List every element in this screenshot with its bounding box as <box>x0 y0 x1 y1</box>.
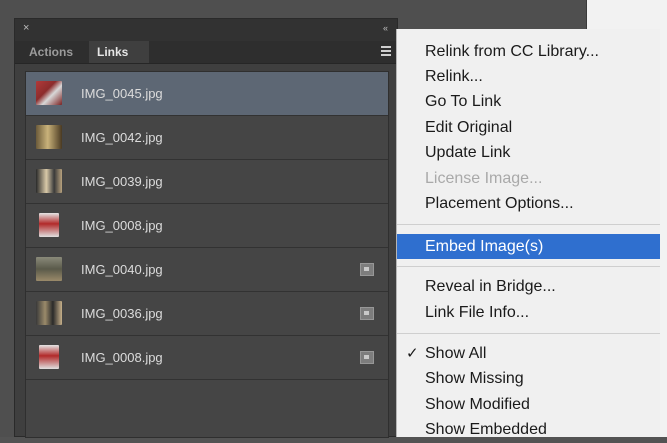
link-row[interactable]: IMG_0039.jpg <box>26 160 388 204</box>
panel-title-bar: × « <box>15 19 397 41</box>
menu-item-show-modified[interactable]: Show Modified <box>397 392 660 418</box>
link-filename: IMG_0040.jpg <box>81 262 163 277</box>
link-filename: IMG_0039.jpg <box>81 174 163 189</box>
image-thumbnail <box>36 81 62 105</box>
checkmark-icon: ✓ <box>406 345 419 362</box>
menu-item-update-link[interactable]: Update Link <box>397 140 660 166</box>
link-row[interactable]: IMG_0036.jpg <box>26 292 388 336</box>
collapse-icon[interactable]: « <box>383 22 388 34</box>
link-row[interactable]: IMG_0042.jpg <box>26 116 388 160</box>
link-row[interactable]: IMG_0045.jpg <box>26 72 388 116</box>
links-panel-menu: Relink from CC Library... Relink... Go T… <box>396 29 660 438</box>
menu-item-license-image: License Image... <box>425 170 543 187</box>
image-thumbnail <box>36 257 62 281</box>
link-filename: IMG_0042.jpg <box>81 130 163 145</box>
link-filename: IMG_0008.jpg <box>81 350 163 365</box>
menu-item-relink-from-cc-library[interactable]: Relink from CC Library... <box>397 39 660 65</box>
menu-item-edit-original[interactable]: Edit Original <box>397 115 660 141</box>
embedded-icon <box>360 351 374 364</box>
panel-tab-bar: Actions Links <box>15 41 397 64</box>
image-thumbnail <box>39 213 59 237</box>
menu-item-go-to-link[interactable]: Go To Link <box>397 89 660 115</box>
image-thumbnail <box>39 345 59 369</box>
link-filename: IMG_0045.jpg <box>81 86 163 101</box>
menu-item-label: Show All <box>425 345 487 362</box>
menu-item-reveal-in-bridge[interactable]: Reveal in Bridge... <box>397 274 660 300</box>
menu-item-link-file-info[interactable]: Link File Info... <box>397 300 660 326</box>
menu-item-show-embedded[interactable]: Show Embedded <box>397 417 660 443</box>
menu-item-placement-options[interactable]: Placement Options... <box>397 191 660 217</box>
panel-menu-icon[interactable] <box>377 45 391 57</box>
menu-separator <box>397 224 660 225</box>
embedded-icon <box>360 307 374 320</box>
links-list: IMG_0045.jpg IMG_0042.jpg IMG_0039.jpg I… <box>25 71 389 438</box>
link-row[interactable]: IMG_0008.jpg <box>26 204 388 248</box>
menu-item-relink[interactable]: Relink... <box>397 64 660 90</box>
menu-item-embed-images[interactable]: Embed Image(s) <box>397 234 660 259</box>
link-filename: IMG_0008.jpg <box>81 218 163 233</box>
image-thumbnail <box>36 301 62 325</box>
tab-links[interactable]: Links <box>89 41 149 63</box>
tab-actions[interactable]: Actions <box>21 41 81 63</box>
link-filename: IMG_0036.jpg <box>81 306 163 321</box>
links-panel: × « Actions Links IMG_0045.jpg IMG_0042.… <box>14 18 398 438</box>
image-thumbnail <box>36 169 62 193</box>
menu-separator <box>397 333 660 334</box>
link-row[interactable]: IMG_0008.jpg <box>26 336 388 380</box>
menu-item-show-missing[interactable]: Show Missing <box>397 366 660 392</box>
image-thumbnail <box>36 125 62 149</box>
close-icon[interactable]: × <box>23 22 29 34</box>
embedded-icon <box>360 263 374 276</box>
menu-item-show-all[interactable]: ✓ Show All <box>397 341 660 367</box>
menu-separator <box>397 266 660 267</box>
link-row[interactable]: IMG_0040.jpg <box>26 248 388 292</box>
